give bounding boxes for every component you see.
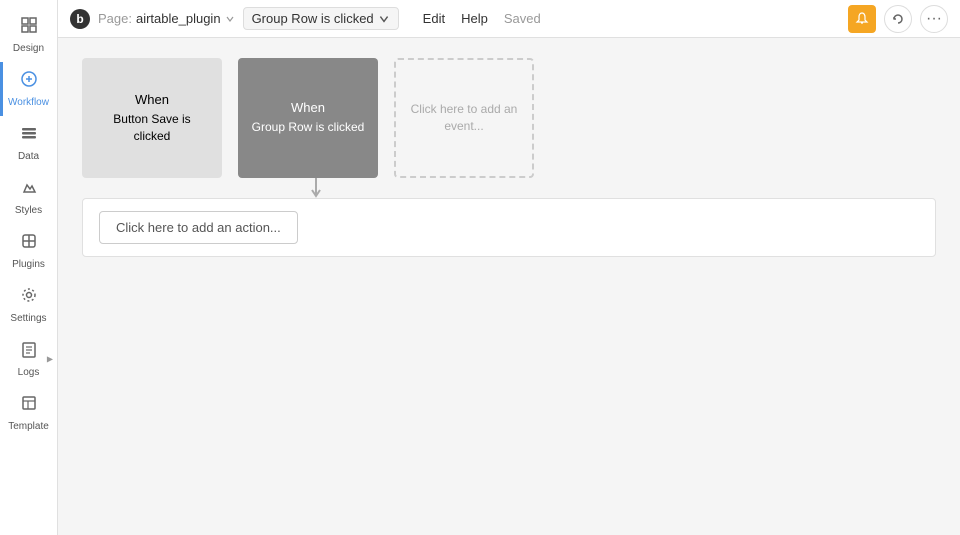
sidebar-item-design[interactable]: Design <box>0 8 57 62</box>
bell-icon <box>855 12 869 26</box>
add-action-button[interactable]: Click here to add an action... <box>99 211 298 244</box>
app-logo: b <box>70 9 90 29</box>
sidebar-item-template[interactable]: Template <box>0 386 57 440</box>
topbar-right: ··· <box>848 5 948 33</box>
sidebar-label-styles: Styles <box>15 205 42 216</box>
sidebar-label-design: Design <box>13 43 44 54</box>
styles-icon <box>20 178 38 201</box>
help-nav-item[interactable]: Help <box>461 11 488 26</box>
down-arrow-icon <box>308 178 324 198</box>
page-name: airtable_plugin <box>136 11 221 26</box>
sidebar: Design Workflow Data Styles <box>0 0 58 535</box>
design-icon <box>20 16 38 39</box>
sidebar-item-settings[interactable]: Settings <box>0 278 57 332</box>
event-dropdown-label: Group Row is clicked <box>252 11 374 26</box>
logs-arrow-icon: ▶ <box>47 355 53 364</box>
sidebar-label-logs: Logs <box>18 367 40 378</box>
sidebar-item-workflow[interactable]: Workflow <box>0 62 57 116</box>
data-icon <box>20 124 38 147</box>
sidebar-label-template: Template <box>8 421 49 432</box>
edit-nav-item[interactable]: Edit <box>423 11 445 26</box>
sidebar-item-plugins[interactable]: Plugins <box>0 224 57 278</box>
undo-icon <box>891 12 905 26</box>
workflow-icon <box>20 70 38 93</box>
sidebar-label-plugins: Plugins <box>12 259 45 270</box>
template-icon <box>20 394 38 417</box>
event-card-add[interactable]: Click here to add an event... <box>394 58 534 178</box>
event-when-label-1: When <box>135 92 169 107</box>
plugins-icon <box>20 232 38 255</box>
settings-icon <box>20 286 38 309</box>
more-options-button[interactable]: ··· <box>920 5 948 33</box>
saved-status: Saved <box>504 11 541 26</box>
workflow-canvas: When Button Save is clicked When Group R… <box>58 38 960 535</box>
sidebar-item-logs[interactable]: Logs ▶ <box>0 332 57 386</box>
sidebar-label-settings: Settings <box>10 313 46 324</box>
page-selector[interactable]: Page: airtable_plugin <box>98 11 235 26</box>
sidebar-label-data: Data <box>18 151 39 162</box>
dropdown-chevron-icon <box>378 13 390 25</box>
event-card-group-row[interactable]: When Group Row is clicked <box>238 58 378 178</box>
logs-icon <box>20 340 38 363</box>
sidebar-item-data[interactable]: Data <box>0 116 57 170</box>
event-when-label-2: When <box>291 100 325 115</box>
event-card-button-save[interactable]: When Button Save is clicked <box>82 58 222 178</box>
page-label: Page: <box>98 11 132 26</box>
main-content: b Page: airtable_plugin Group Row is cli… <box>58 0 960 535</box>
event-dropdown[interactable]: Group Row is clicked <box>243 7 399 30</box>
undo-button[interactable] <box>884 5 912 33</box>
notification-button[interactable] <box>848 5 876 33</box>
topbar-nav: Edit Help <box>423 11 488 26</box>
sidebar-item-styles[interactable]: Styles <box>0 170 57 224</box>
action-area: Click here to add an action... <box>82 198 936 257</box>
event-desc-2: Group Row is clicked <box>252 119 365 136</box>
connector-arrow <box>82 178 936 198</box>
topbar: b Page: airtable_plugin Group Row is cli… <box>58 0 960 38</box>
page-dropdown-icon <box>225 14 235 24</box>
event-desc-3: Click here to add an event... <box>408 101 520 135</box>
event-desc-1: Button Save is clicked <box>94 111 210 145</box>
events-row: When Button Save is clicked When Group R… <box>82 58 936 178</box>
sidebar-label-workflow: Workflow <box>8 97 49 108</box>
